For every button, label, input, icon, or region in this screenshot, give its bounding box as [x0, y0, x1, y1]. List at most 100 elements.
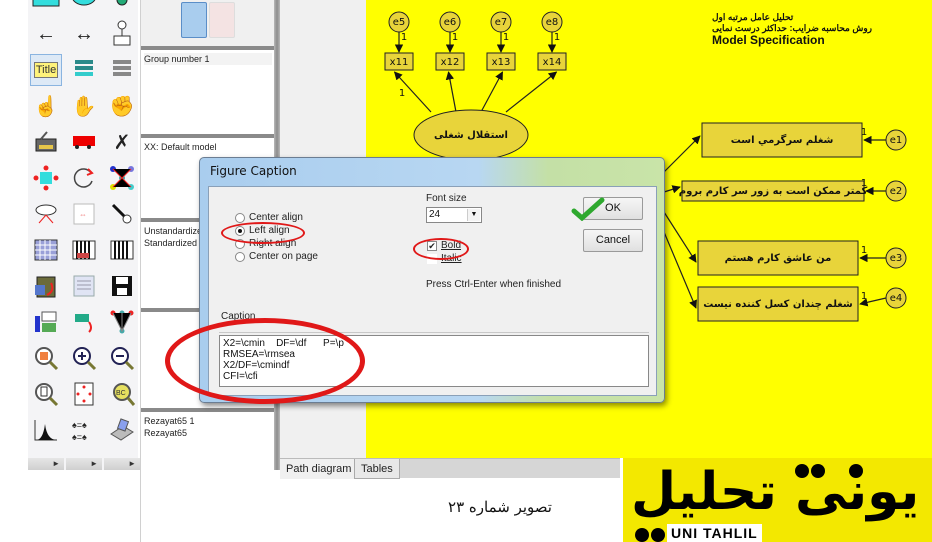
view-toggle-bar [141, 0, 275, 46]
view-tabs: Path diagram Tables [280, 458, 620, 479]
path-weight: 1 [452, 32, 458, 43]
error-label: e7 [495, 17, 508, 28]
view-input-button[interactable] [181, 2, 207, 38]
files-panel: Rezayat65 1 Rezayat65 [141, 408, 275, 470]
toolbox-scroll-2[interactable]: ► [66, 458, 102, 470]
unique-variable-icon[interactable] [106, 18, 138, 50]
text-output-icon[interactable] [68, 270, 100, 302]
view-output-button[interactable] [209, 2, 235, 38]
logo-text: یونی تحلیل [631, 462, 922, 522]
font-size-label: Font size [426, 193, 467, 204]
fist-icon[interactable]: ✊ [106, 90, 138, 122]
indicator-label: x12 [441, 57, 460, 68]
error-label: e1 [890, 135, 903, 146]
network-icon[interactable] [106, 162, 138, 194]
ellipse-icon[interactable] [68, 0, 100, 16]
path-weight: 1 [503, 32, 509, 43]
calculate-estimates-icon[interactable] [106, 234, 138, 266]
double-arrow-icon[interactable]: ↔ [68, 18, 100, 50]
clipboard-icon[interactable] [30, 270, 62, 302]
path-weight: 1 [861, 291, 867, 302]
svg-text:BC: BC [116, 390, 126, 397]
list-model-variables-icon[interactable] [68, 54, 100, 86]
path-weight: 1 [861, 245, 867, 256]
touch-up-icon[interactable] [106, 198, 138, 230]
drag-properties-icon[interactable] [68, 306, 100, 338]
arrow-left-icon[interactable]: ← [30, 18, 62, 50]
font-size-value: 24 [429, 209, 441, 220]
toolbox: ← Title ☝ ↔ ✋ ⇔ ♠=♠ ♠=♠ ✊ ✗ BC ► ► ► [28, 0, 140, 470]
svg-text:♠=♠: ♠=♠ [72, 432, 87, 442]
open-hand-icon[interactable]: ✋ [68, 90, 100, 122]
toolbox-scroll-3[interactable]: ► [104, 458, 140, 470]
reflect-icon[interactable]: ⇔ [68, 198, 100, 230]
zoom-in-icon[interactable] [68, 342, 100, 374]
page-icon[interactable] [68, 378, 100, 410]
specification-search-icon[interactable] [106, 306, 138, 338]
zoom-page-icon[interactable] [30, 378, 62, 410]
indicator-label: شغلم چندان کسل کننده نیست [703, 299, 853, 310]
svg-text:♠=♠: ♠=♠ [72, 420, 87, 430]
indicator-label: شغلم سرگرمي است [731, 133, 834, 146]
loupe-icon[interactable]: BC [106, 378, 138, 410]
cancel-button[interactable]: Cancel [583, 229, 643, 252]
indicator-icon[interactable] [106, 0, 138, 16]
move-parameters-icon[interactable] [30, 162, 62, 194]
zoom-select-icon[interactable] [30, 342, 62, 374]
highlight-left-align [221, 222, 305, 244]
indicator-label: کمتر ممکن است به زور سر کارم بروم [679, 186, 868, 197]
path-weight: 1 [861, 178, 867, 189]
print-icon[interactable] [106, 414, 138, 446]
tab-path-diagram[interactable]: Path diagram [280, 459, 358, 479]
radio-button[interactable] [235, 212, 245, 223]
loading-path [663, 231, 697, 309]
error-label: e6 [444, 17, 457, 28]
truck-icon[interactable] [68, 126, 100, 158]
figure-number-caption: تصویر شماره ۲۳ [448, 498, 552, 516]
path-weight: 1 [399, 88, 405, 99]
radio-button[interactable] [235, 251, 245, 262]
loading-path [480, 71, 504, 113]
printer-icon[interactable] [30, 126, 62, 158]
title-tool-button[interactable]: Title [30, 54, 62, 86]
error-label: e3 [890, 253, 903, 264]
screenshot: ← Title ☝ ↔ ✋ ⇔ ♠=♠ ♠=♠ ✊ ✗ BC ► ► ► Gro… [0, 0, 932, 542]
list-variables-icon[interactable] [106, 54, 138, 86]
file-item[interactable]: Rezayat65 [144, 427, 272, 439]
error-label: e8 [546, 17, 559, 28]
font-size-select[interactable]: 24 ▼ [426, 207, 482, 223]
diagram-title-line1: تحلیل عامل مرتبه اول [712, 12, 794, 22]
loading-path [663, 185, 681, 194]
rotate-icon[interactable] [68, 162, 100, 194]
pointing-hand-icon[interactable]: ☝ [30, 90, 62, 122]
radio-center-on-page[interactable]: Center on page [235, 251, 318, 262]
multigroup-icon[interactable]: ♠=♠ ♠=♠ [68, 414, 100, 446]
toolbox-column-2: ↔ ✋ ⇔ ♠=♠ ♠=♠ [66, 0, 102, 458]
indicator-label: x11 [390, 57, 409, 68]
model-item[interactable]: XX: Default model [144, 141, 272, 153]
logo-latin: UNI TAHLIL [667, 524, 762, 542]
data-grid-icon[interactable] [30, 234, 62, 266]
group-item[interactable]: Group number 1 [144, 53, 272, 65]
error-label: e5 [393, 17, 406, 28]
erase-icon[interactable]: ✗ [106, 126, 138, 158]
diagram-title-line3: Model Specification [712, 33, 825, 47]
indicator-ellipse-icon[interactable] [30, 198, 62, 230]
zoom-out-icon[interactable] [106, 342, 138, 374]
chevron-down-icon[interactable]: ▼ [467, 209, 480, 221]
data-columns-icon[interactable] [68, 234, 100, 266]
rectangle-icon[interactable] [30, 0, 62, 16]
highlight-caption [165, 318, 365, 404]
toolbox-scroll-1[interactable]: ► [28, 458, 64, 470]
loading-path [663, 135, 701, 173]
indicator-label: x13 [492, 57, 511, 68]
tab-tables[interactable]: Tables [354, 459, 400, 479]
logo-dot [795, 464, 809, 478]
error-label: e2 [890, 186, 903, 197]
logo-dot [849, 464, 863, 478]
save-icon[interactable] [106, 270, 138, 302]
properties-icon[interactable] [30, 306, 62, 338]
loading-path [505, 71, 558, 113]
histogram-icon[interactable] [30, 414, 62, 446]
file-item[interactable]: Rezayat65 1 [144, 415, 272, 427]
